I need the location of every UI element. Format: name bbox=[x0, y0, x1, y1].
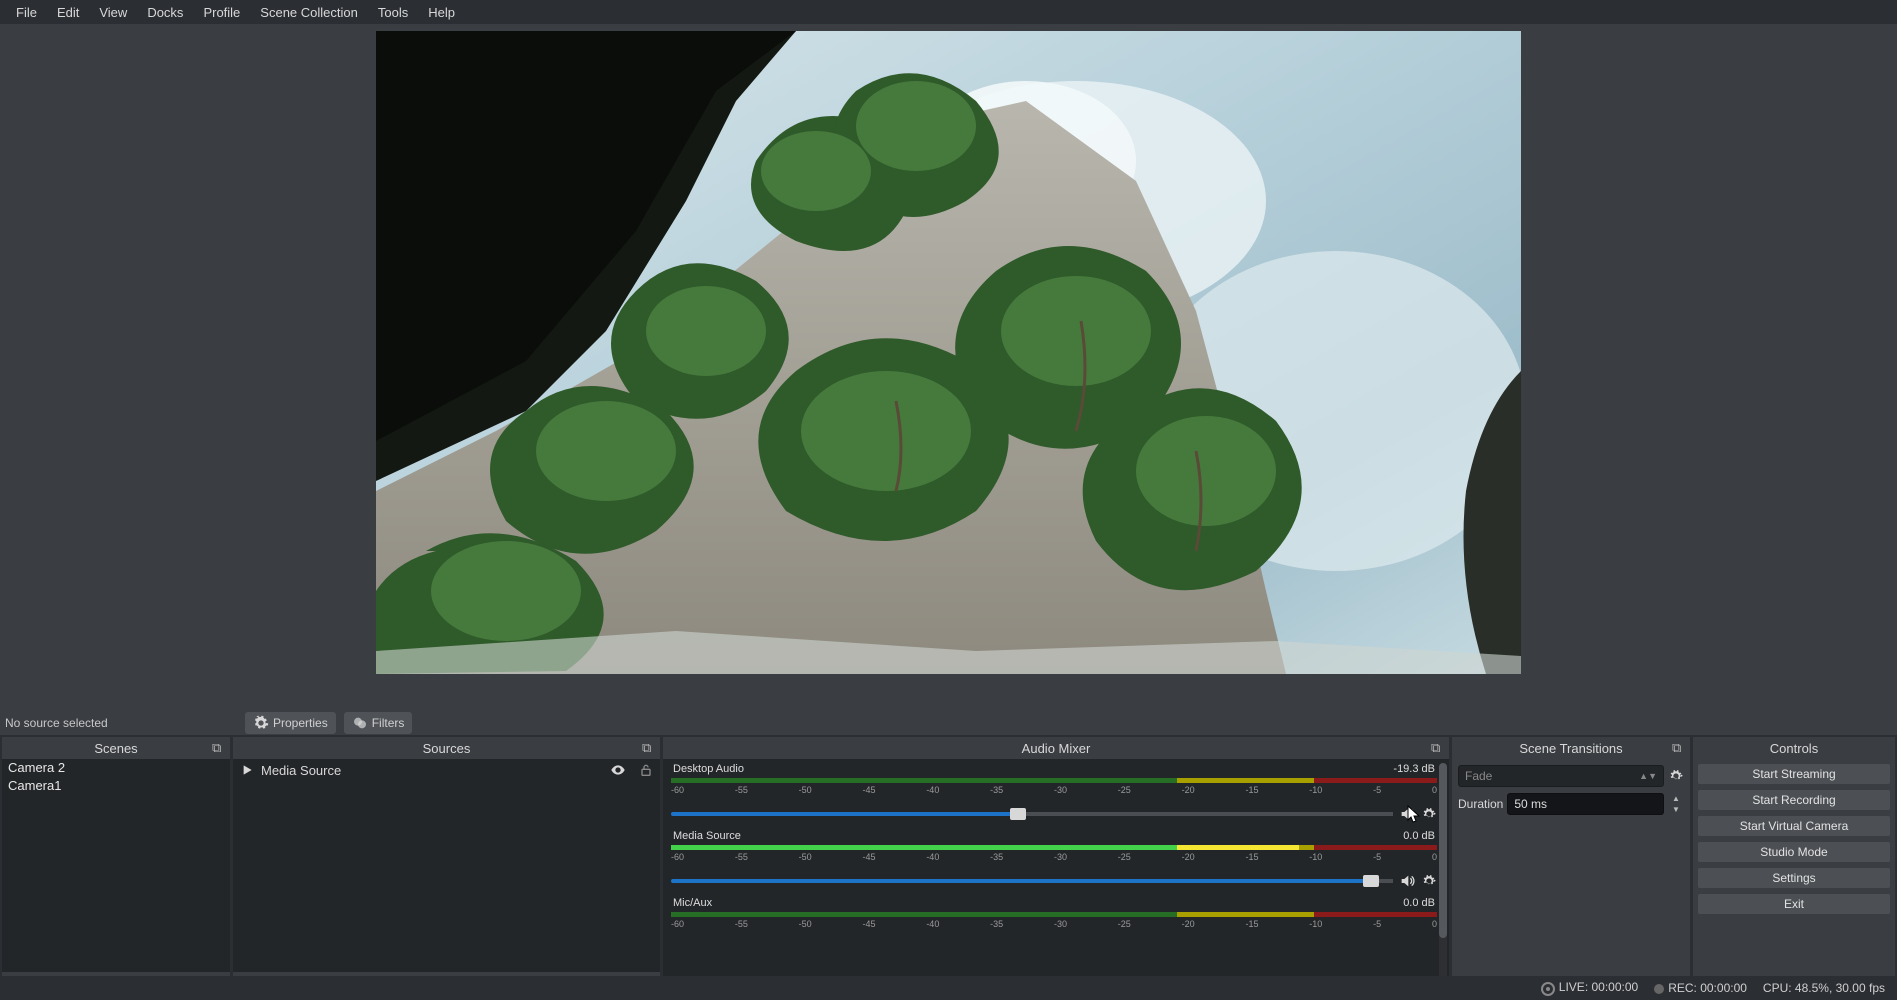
sources-list[interactable]: Media Source bbox=[233, 759, 660, 972]
volume-slider[interactable] bbox=[671, 879, 1393, 883]
popout-icon[interactable]: ⧉ bbox=[1672, 740, 1686, 754]
dock-area: Scenes ⧉ Camera 2 Camera1 Sources ⧉ Medi… bbox=[0, 735, 1897, 1000]
controls-header[interactable]: Controls bbox=[1693, 737, 1895, 759]
exit-button[interactable]: Exit bbox=[1697, 893, 1891, 915]
filters-icon bbox=[352, 715, 368, 731]
scene-item[interactable]: Camera 2 bbox=[2, 759, 230, 777]
source-label: Media Source bbox=[261, 763, 341, 778]
audio-meter: -60-55-50-45-40-35-30-25-20-15-10-50 bbox=[671, 775, 1437, 799]
transitions-panel: Scene Transitions ⧉ Fade ▲▼ Duration 50 … bbox=[1452, 737, 1690, 1000]
gear-icon bbox=[253, 715, 269, 731]
preview-canvas[interactable] bbox=[376, 31, 1521, 674]
scenes-list[interactable]: Camera 2 Camera1 bbox=[2, 759, 230, 972]
settings-button[interactable]: Settings bbox=[1697, 867, 1891, 889]
track-db: 0.0 dB bbox=[1403, 897, 1435, 909]
track-name: Desktop Audio bbox=[673, 763, 744, 775]
preview-area bbox=[0, 24, 1897, 711]
popout-icon[interactable]: ⧉ bbox=[642, 740, 656, 754]
live-status: LIVE: 00:00:00 bbox=[1541, 980, 1638, 996]
chevron-up-icon[interactable]: ▲ bbox=[1668, 793, 1684, 804]
scrollbar[interactable] bbox=[1439, 763, 1447, 996]
menu-scene-collection[interactable]: Scene Collection bbox=[250, 2, 368, 23]
gear-icon[interactable] bbox=[1421, 873, 1437, 889]
menu-edit[interactable]: Edit bbox=[47, 2, 89, 23]
chevron-down-icon[interactable]: ▼ bbox=[1668, 804, 1684, 815]
scenes-title: Scenes bbox=[94, 741, 137, 756]
properties-button[interactable]: Properties bbox=[245, 712, 336, 734]
duration-label: Duration bbox=[1458, 797, 1503, 811]
scene-item[interactable]: Camera1 bbox=[2, 777, 230, 795]
start-recording-button[interactable]: Start Recording bbox=[1697, 789, 1891, 811]
mixer-title: Audio Mixer bbox=[1022, 741, 1091, 756]
mixer-track: Mic/Aux 0.0 dB-60-55-50-45-40-35-30-25-20… bbox=[671, 897, 1437, 933]
play-icon bbox=[239, 762, 255, 778]
sources-header[interactable]: Sources ⧉ bbox=[233, 737, 660, 759]
speaker-icon[interactable] bbox=[1399, 873, 1415, 889]
source-item[interactable]: Media Source bbox=[233, 759, 660, 781]
volume-slider[interactable] bbox=[671, 812, 1393, 816]
scenes-panel: Scenes ⧉ Camera 2 Camera1 bbox=[2, 737, 230, 1000]
menu-help[interactable]: Help bbox=[418, 2, 465, 23]
start-streaming-button[interactable]: Start Streaming bbox=[1697, 763, 1891, 785]
broadcast-icon bbox=[1541, 982, 1555, 996]
audio-mixer-panel: Audio Mixer ⧉ Desktop Audio-19.3 dB-60-5… bbox=[663, 737, 1449, 1000]
filters-button[interactable]: Filters bbox=[344, 712, 413, 734]
menu-tools[interactable]: Tools bbox=[368, 2, 418, 23]
gear-icon[interactable] bbox=[1421, 806, 1437, 822]
popout-icon[interactable]: ⧉ bbox=[212, 740, 226, 754]
speaker-icon[interactable] bbox=[1399, 806, 1415, 822]
transitions-body: Fade ▲▼ Duration 50 ms ▲▼ bbox=[1452, 759, 1690, 821]
track-db: -19.3 dB bbox=[1393, 763, 1435, 775]
track-db: 0.0 dB bbox=[1403, 830, 1435, 842]
status-bar: LIVE: 00:00:00 REC: 00:00:00 CPU: 48.5%,… bbox=[0, 976, 1897, 1000]
source-status: No source selected bbox=[5, 716, 237, 730]
start-virtual-camera-button[interactable]: Start Virtual Camera bbox=[1697, 815, 1891, 837]
transitions-header[interactable]: Scene Transitions ⧉ bbox=[1452, 737, 1690, 759]
visibility-icon[interactable] bbox=[610, 762, 626, 778]
mixer-body: Desktop Audio-19.3 dB-60-55-50-45-40-35-… bbox=[663, 759, 1449, 1000]
transitions-title: Scene Transitions bbox=[1519, 741, 1622, 756]
controls-panel: Controls Start Streaming Start Recording… bbox=[1693, 737, 1895, 1000]
duration-spinner[interactable]: ▲▼ bbox=[1668, 793, 1684, 815]
mixer-track: Media Source 0.0 dB-60-55-50-45-40-35-30-… bbox=[671, 830, 1437, 891]
transition-select[interactable]: Fade ▲▼ bbox=[1458, 765, 1664, 787]
menu-profile[interactable]: Profile bbox=[193, 2, 250, 23]
studio-mode-button[interactable]: Studio Mode bbox=[1697, 841, 1891, 863]
menu-docks[interactable]: Docks bbox=[137, 2, 193, 23]
record-dot-icon bbox=[1654, 984, 1664, 994]
duration-input[interactable]: 50 ms bbox=[1507, 793, 1664, 815]
controls-body: Start Streaming Start Recording Start Vi… bbox=[1693, 759, 1895, 919]
properties-label: Properties bbox=[273, 716, 328, 730]
filters-label: Filters bbox=[372, 716, 405, 730]
chevron-updown-icon: ▲▼ bbox=[1639, 772, 1657, 780]
scenes-header[interactable]: Scenes ⧉ bbox=[2, 737, 230, 759]
popout-icon[interactable]: ⧉ bbox=[1431, 740, 1445, 754]
audio-meter: -60-55-50-45-40-35-30-25-20-15-10-50 bbox=[671, 842, 1437, 866]
transition-value: Fade bbox=[1465, 769, 1492, 783]
menu-view[interactable]: View bbox=[89, 2, 137, 23]
lock-icon[interactable] bbox=[638, 762, 654, 778]
cpu-status: CPU: 48.5%, 30.00 fps bbox=[1763, 981, 1885, 995]
scrollbar-thumb[interactable] bbox=[1439, 763, 1447, 938]
controls-title: Controls bbox=[1770, 741, 1818, 756]
sources-title: Sources bbox=[423, 741, 471, 756]
gear-icon[interactable] bbox=[1668, 768, 1684, 784]
mixer-header[interactable]: Audio Mixer ⧉ bbox=[663, 737, 1449, 759]
rec-status: REC: 00:00:00 bbox=[1654, 981, 1747, 995]
sources-panel: Sources ⧉ Media Source bbox=[233, 737, 660, 1000]
menu-file[interactable]: File bbox=[6, 2, 47, 23]
menu-bar: File Edit View Docks Profile Scene Colle… bbox=[0, 0, 1897, 24]
source-toolbar: No source selected Properties Filters bbox=[0, 711, 1897, 735]
mixer-track: Desktop Audio -19.3 dB-60-55-50-45-40-35-… bbox=[671, 763, 1437, 824]
track-name: Media Source bbox=[673, 830, 741, 842]
audio-meter: -60-55-50-45-40-35-30-25-20-15-10-50 bbox=[671, 909, 1437, 933]
track-name: Mic/Aux bbox=[673, 897, 712, 909]
